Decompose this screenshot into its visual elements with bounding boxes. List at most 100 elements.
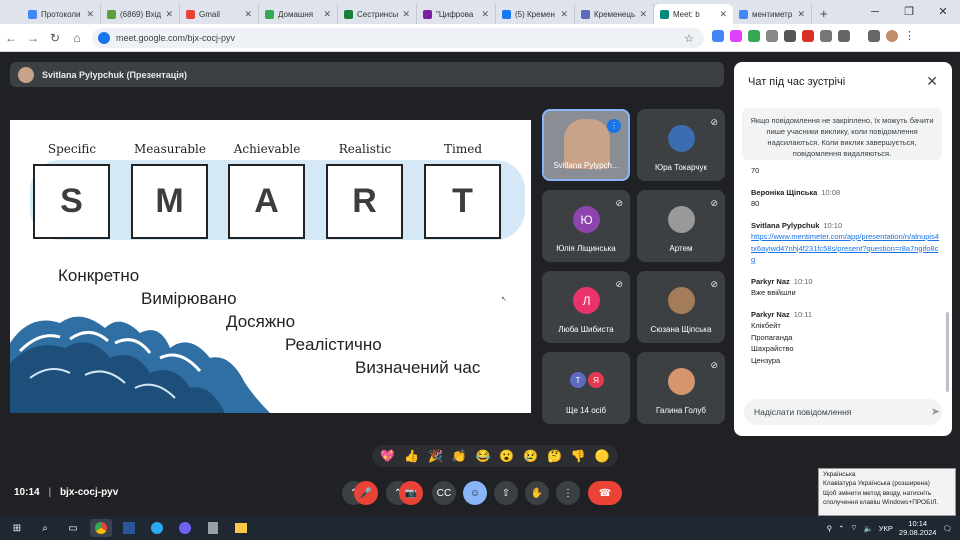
address-bar[interactable]: meet.google.com/bjx-cocj-pyv ☆ [92, 28, 704, 48]
tab-close-icon[interactable]: ✕ [402, 9, 410, 20]
chat-messages: 70 Вероніка Щіпська 10:08 80 Svitlana Pylypc… [751, 165, 941, 376]
drive-icon[interactable] [748, 30, 760, 42]
menu-icon[interactable]: ⋮ [904, 30, 916, 42]
emoji-reactions-button[interactable]: ☺ [463, 481, 487, 505]
browser-tab[interactable]: Meet: b ✕ [654, 4, 733, 24]
reaction-emoji[interactable]: 😢 [523, 449, 538, 463]
browser-tab[interactable]: (5) Кремен ✕ [496, 4, 575, 24]
download-icon[interactable] [868, 30, 880, 42]
browser-tab[interactable]: (6869) Вхід ✕ [101, 4, 180, 24]
reaction-emoji[interactable]: 👎 [571, 449, 586, 463]
participant-tile[interactable]: ⊘ Юра Токарчук [637, 109, 725, 181]
reaction-emoji[interactable]: 🎉 [428, 449, 443, 463]
site-info-icon[interactable] [98, 32, 110, 44]
vpn-icon[interactable] [820, 30, 832, 42]
new-tab-button[interactable]: + [812, 4, 836, 24]
message-sender: Вероніка Щіпська [751, 187, 818, 197]
slide-line-5: Визначений час [355, 358, 481, 377]
search-icon[interactable]: ⌕ [34, 519, 56, 537]
message-text: Цензура [751, 355, 781, 365]
tab-close-icon[interactable]: ✕ [797, 9, 805, 20]
tab-close-icon[interactable]: ✕ [719, 9, 727, 20]
tab-close-icon[interactable]: ✕ [323, 9, 331, 20]
participant-tile[interactable]: ⊘ Артем [637, 190, 725, 262]
mic-off-button[interactable]: 🎤 [354, 481, 378, 505]
captions-button[interactable]: CC [432, 481, 456, 505]
tab-close-icon[interactable]: ✕ [481, 9, 489, 20]
send-icon[interactable]: ➤ [931, 405, 940, 418]
tab-close-icon[interactable]: ✕ [244, 9, 252, 20]
minimize-icon[interactable]: ─ [858, 0, 892, 24]
word-icon[interactable] [118, 519, 140, 537]
end-call-button[interactable]: ☎ [588, 481, 622, 505]
browser-tab[interactable]: Домашня ✕ [259, 4, 338, 24]
message-link[interactable]: https://www.mentimeter.com/app/presentat… [751, 232, 939, 264]
chat-message-input[interactable]: Надіслати повідомлення [744, 399, 942, 425]
browser-tab[interactable]: "Цифрова ✕ [417, 4, 496, 24]
maximize-icon[interactable]: ❐ [892, 0, 926, 24]
pen-icon[interactable] [766, 30, 778, 42]
participant-tile[interactable]: ⋮ Svitlana Pylypch... [542, 109, 630, 181]
volume-icon[interactable]: 🔈 [863, 524, 872, 533]
participant-tile[interactable]: ⊘ Сюзана Щіпська [637, 271, 725, 343]
reaction-emoji[interactable]: 🤔 [547, 449, 562, 463]
tab-close-icon[interactable]: ✕ [639, 9, 647, 20]
reaction-emoji[interactable]: 😮 [499, 449, 514, 463]
raise-hand-button[interactable]: ✋ [525, 481, 549, 505]
viber-icon[interactable] [174, 519, 196, 537]
close-window-icon[interactable]: ✕ [926, 0, 960, 24]
back-icon[interactable]: ← [0, 31, 22, 45]
tab-close-icon[interactable]: ✕ [86, 9, 94, 20]
reaction-emoji[interactable]: 👍 [404, 449, 419, 463]
chat-scrollbar[interactable] [946, 312, 949, 392]
notifications-icon[interactable]: 🗨 [942, 524, 952, 533]
reaction-emoji[interactable]: 👏 [452, 449, 467, 463]
browser-tab[interactable]: Протоколи ✕ [22, 4, 101, 24]
windows-start-icon[interactable]: ⊞ [6, 519, 28, 537]
task-view-icon[interactable]: ▭ [62, 519, 84, 537]
extension-icon[interactable] [730, 30, 742, 42]
mic-muted-icon: ⊘ [710, 279, 718, 289]
tab-close-icon[interactable]: ✕ [560, 9, 568, 20]
person-icon[interactable]: ⚲ [827, 524, 833, 533]
file-explorer-icon[interactable] [230, 519, 252, 537]
present-screen-button[interactable]: ⇧ [494, 481, 518, 505]
participant-tile[interactable]: Л ⊘ Люба Шибиста [542, 271, 630, 343]
participant-tile[interactable]: Т Я Ще 14 осіб [542, 352, 630, 424]
extension-icon[interactable] [784, 30, 796, 42]
browser-tab[interactable]: ментиметр ✕ [733, 4, 812, 24]
tab-close-icon[interactable]: ✕ [165, 9, 173, 20]
camera-off-button[interactable]: 📷 [399, 481, 423, 505]
browser-tab[interactable]: Сестринськ ✕ [338, 4, 417, 24]
puzzle-icon[interactable] [838, 30, 850, 42]
presenter-label: Svitlana Pylypchuk (Презентація) [42, 69, 187, 80]
browser-tab-strip: Протоколи ✕ (6869) Вхід ✕ Gmail ✕ Домашня ✕ Сест… [0, 0, 960, 24]
mic-muted-icon: ⊘ [615, 198, 623, 208]
telegram-icon[interactable] [146, 519, 168, 537]
reaction-emoji[interactable]: 😂 [476, 449, 491, 463]
home-icon[interactable]: ⌂ [66, 31, 88, 45]
reaction-emoji[interactable]: 💖 [380, 449, 395, 463]
reload-icon[interactable]: ↻ [44, 31, 66, 45]
forward-icon[interactable]: → [22, 31, 44, 45]
participant-tile[interactable]: ⊘ Галина Голуб [637, 352, 725, 424]
app-icon[interactable] [202, 519, 224, 537]
translate-icon[interactable] [712, 30, 724, 42]
chevron-up-icon[interactable]: ⌃ [838, 524, 844, 533]
message-sender: Svitlana Pylypchuk [751, 220, 820, 230]
browser-tab[interactable]: Gmail ✕ [180, 4, 259, 24]
close-icon[interactable]: ✕ [926, 73, 938, 90]
bookmark-star-icon[interactable]: ☆ [684, 32, 694, 45]
chrome-icon[interactable] [90, 519, 112, 537]
browser-tab[interactable]: Кременець ✕ [575, 4, 654, 24]
language-indicator[interactable]: УКР [879, 524, 893, 533]
more-options-button[interactable]: ⋮ [556, 481, 580, 505]
network-icon[interactable]: ⌔ [850, 523, 857, 533]
avatar [18, 66, 34, 83]
tab-label: (5) Кремен [515, 9, 555, 19]
profile-avatar[interactable] [886, 30, 898, 42]
reaction-emoji[interactable]: 🟡 [595, 449, 610, 463]
participant-tile[interactable]: Ю ⊘ Юлія Ліщинська [542, 190, 630, 262]
taskbar-clock[interactable]: 10:14 29.08.2024 [899, 519, 937, 537]
shield-icon[interactable] [802, 30, 814, 42]
